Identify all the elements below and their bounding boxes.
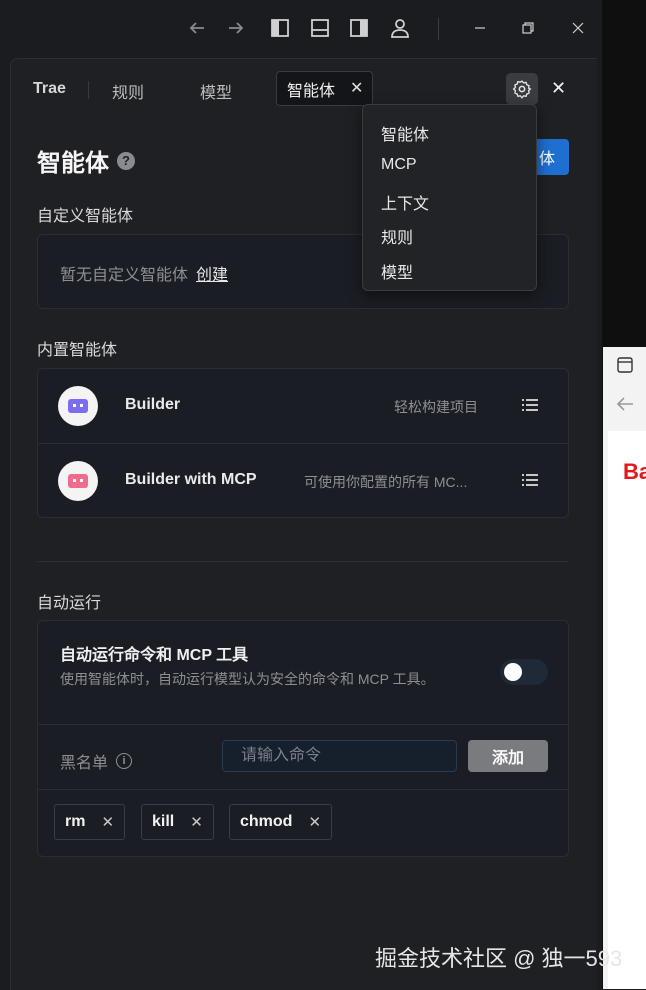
builtin-agents-card: Builder 轻松构建项目 Builder with MCP 可使用你配置的所…: [37, 368, 569, 518]
blacklist-command-input[interactable]: [222, 740, 457, 772]
list-icon[interactable]: [522, 398, 538, 412]
list-icon[interactable]: [522, 473, 538, 487]
info-icon[interactable]: i: [116, 753, 133, 769]
row-separator: [38, 789, 568, 790]
builtin-agents-heading: 内置智能体: [37, 342, 118, 359]
titlebar-separator: [438, 18, 439, 40]
tab-rules[interactable]: 规则: [112, 79, 144, 103]
menu-item-models[interactable]: 模型: [381, 259, 413, 283]
account-icon[interactable]: [388, 16, 412, 40]
chip-remove-icon[interactable]: ✕: [190, 813, 203, 831]
watermark-text: 掘金技术社区 @ 独一593: [375, 946, 623, 971]
agent-name: Builder with MCP: [125, 471, 257, 488]
auto-run-heading: 自动运行: [37, 595, 102, 612]
agent-desc: 轻松构建项目: [394, 399, 478, 415]
menu-item-rules[interactable]: 规则: [381, 224, 413, 248]
title-bar: [0, 0, 602, 58]
builder-mcp-avatar-icon: [58, 461, 98, 501]
empty-state-text: 暂无自定义智能体: [60, 267, 189, 284]
tab-models[interactable]: 模型: [200, 79, 232, 103]
menu-item-agents[interactable]: 智能体: [381, 121, 429, 145]
toggle-right-panel-icon[interactable]: [347, 16, 371, 40]
blacklist-label: 黑名单 i: [60, 749, 133, 773]
chip-label: kill: [152, 813, 175, 830]
agent-desc: 可使用你配置的所有 MC...: [304, 474, 468, 490]
chip-label: chmod: [240, 813, 293, 830]
settings-dropdown-menu: 智能体 MCP 上下文 规则 模型: [362, 104, 537, 291]
custom-agents-heading: 自定义智能体: [37, 208, 134, 225]
panel-close-icon[interactable]: ✕: [551, 78, 566, 99]
browser-tab-icon: [617, 357, 633, 378]
toggle-left-panel-icon[interactable]: [268, 16, 292, 40]
toggle-knob: [504, 663, 522, 681]
tab-agents-label: 智能体: [287, 82, 336, 100]
custom-agents-empty: 暂无自定义智能体 创建: [60, 261, 228, 285]
restore-icon[interactable]: [516, 16, 540, 40]
row-separator: [38, 724, 568, 725]
menu-item-mcp[interactable]: MCP: [381, 156, 417, 174]
window-close-icon[interactable]: [566, 16, 590, 40]
forward-arrow-icon[interactable]: [224, 16, 248, 40]
auto-run-title: 自动运行命令和 MCP 工具: [60, 647, 249, 664]
blacklist-chip-kill: kill ✕: [141, 804, 214, 840]
settings-gear-button[interactable]: [506, 73, 538, 105]
agent-row-builder[interactable]: Builder 轻松构建项目: [38, 369, 568, 443]
auto-run-desc: 使用智能体时，自动运行模型认为安全的命令和 MCP 工具。: [60, 671, 435, 687]
browser-logo-text: Ba: [623, 459, 646, 484]
toggle-bottom-panel-icon[interactable]: [308, 16, 332, 40]
browser-back-icon: [615, 395, 635, 418]
blacklist-chip-rm: rm ✕: [54, 804, 126, 840]
chip-remove-icon[interactable]: ✕: [101, 813, 114, 831]
page-title-text: 智能体: [37, 150, 109, 177]
builder-avatar-icon: [58, 386, 98, 426]
tab-close-icon[interactable]: ✕: [350, 78, 363, 98]
background-browser-window: Ba: [603, 347, 646, 989]
gear-icon: [512, 80, 532, 99]
tab-separator: [88, 81, 89, 99]
back-arrow-icon[interactable]: [185, 16, 209, 40]
create-link[interactable]: 创建: [196, 267, 228, 284]
agent-name: Builder: [125, 396, 181, 413]
page-title: 智能体 ?: [37, 143, 135, 178]
help-icon[interactable]: ?: [117, 151, 135, 170]
tab-trae[interactable]: Trae: [33, 80, 66, 98]
auto-run-toggle[interactable]: [500, 659, 548, 685]
browser-content: [608, 431, 646, 989]
blacklist-label-text: 黑名单: [60, 755, 109, 772]
section-divider: [37, 561, 569, 562]
agent-row-builder-mcp[interactable]: Builder with MCP 可使用你配置的所有 MC...: [38, 443, 568, 518]
chip-label: rm: [65, 813, 86, 830]
add-command-button[interactable]: 添加: [468, 740, 548, 772]
auto-run-card: 自动运行命令和 MCP 工具 使用智能体时，自动运行模型认为安全的命令和 MCP…: [37, 620, 569, 857]
blacklist-chip-chmod: chmod ✕: [229, 804, 333, 840]
minimize-icon[interactable]: [468, 16, 492, 40]
menu-item-context[interactable]: 上下文: [381, 190, 429, 214]
chip-remove-icon[interactable]: ✕: [308, 813, 321, 831]
